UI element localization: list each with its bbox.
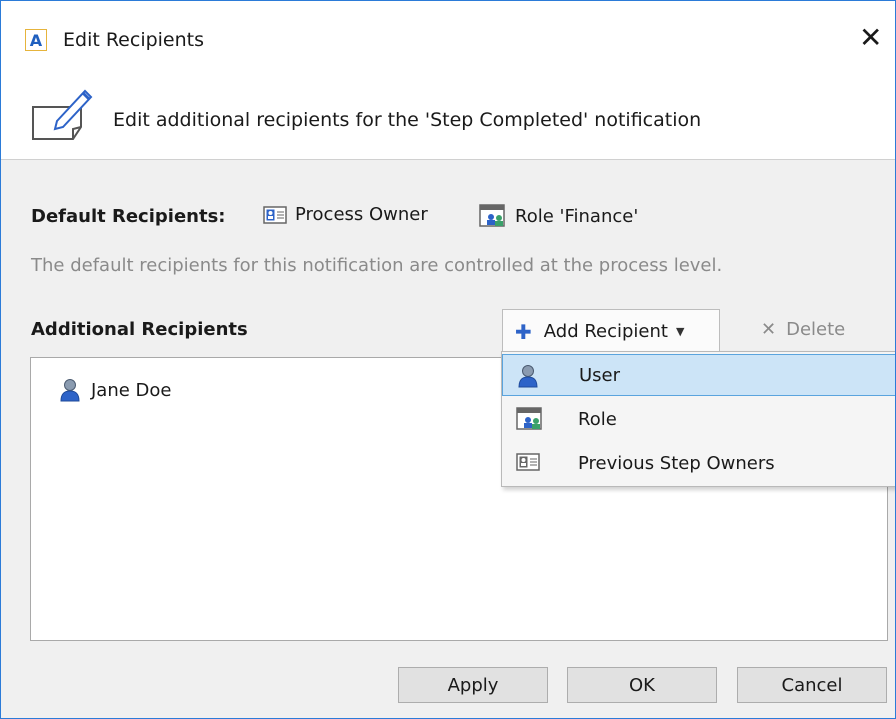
menu-item-label: Role — [578, 408, 617, 430]
ok-button[interactable]: OK — [567, 667, 717, 703]
menu-item-previous-step-owners[interactable]: Previous Step Owners — [502, 442, 895, 484]
contact-card-icon — [516, 453, 540, 471]
delete-icon: ✕ — [761, 319, 777, 340]
add-recipient-menu: User Role Previous Step Owners — [501, 351, 895, 487]
default-recipient-label: Role 'Finance' — [515, 205, 639, 227]
list-item[interactable]: Jane Doe — [59, 378, 172, 402]
title-bar: A Edit Recipients ✕ — [1, 1, 895, 83]
default-recipients-label: Default Recipients: — [31, 206, 226, 227]
pencil-note-icon — [32, 89, 93, 140]
default-recipients-hint: The default recipients for this notifica… — [31, 255, 723, 276]
close-icon[interactable]: ✕ — [859, 23, 882, 53]
user-icon — [518, 365, 538, 388]
delete-label: Delete — [786, 319, 846, 340]
default-recipient-process-owner: Process Owner — [263, 204, 428, 225]
dialog-header: Edit additional recipients for the 'Step… — [1, 83, 895, 160]
window-title: Edit Recipients — [63, 29, 205, 51]
menu-item-label: User — [579, 364, 621, 386]
header-description: Edit additional recipients for the 'Step… — [113, 109, 702, 131]
chevron-down-icon: ▼ — [675, 325, 685, 338]
menu-item-role[interactable]: Role — [502, 398, 895, 440]
menu-item-label: Previous Step Owners — [578, 452, 775, 474]
add-recipient-button[interactable]: ✚ Add Recipient ▼ — [502, 309, 720, 353]
add-recipient-label: Add Recipient — [543, 321, 668, 342]
default-recipient-role-finance: Role 'Finance' — [479, 204, 638, 228]
additional-recipients-label: Additional Recipients — [31, 319, 248, 340]
edit-recipients-dialog: A Edit Recipients ✕ Edit additional reci… — [0, 0, 896, 719]
role-icon — [516, 407, 542, 430]
delete-button[interactable]: ✕ Delete — [761, 319, 845, 340]
user-icon — [60, 379, 80, 402]
app-icon: A — [25, 29, 47, 51]
contact-card-icon — [263, 205, 287, 224]
role-icon — [479, 204, 505, 227]
cancel-button[interactable]: Cancel — [737, 667, 887, 703]
default-recipient-label: Process Owner — [295, 204, 428, 225]
list-item-label: Jane Doe — [91, 379, 172, 401]
apply-button[interactable]: Apply — [398, 667, 548, 703]
plus-icon: ✚ — [515, 319, 532, 344]
menu-item-user[interactable]: User — [502, 354, 895, 396]
